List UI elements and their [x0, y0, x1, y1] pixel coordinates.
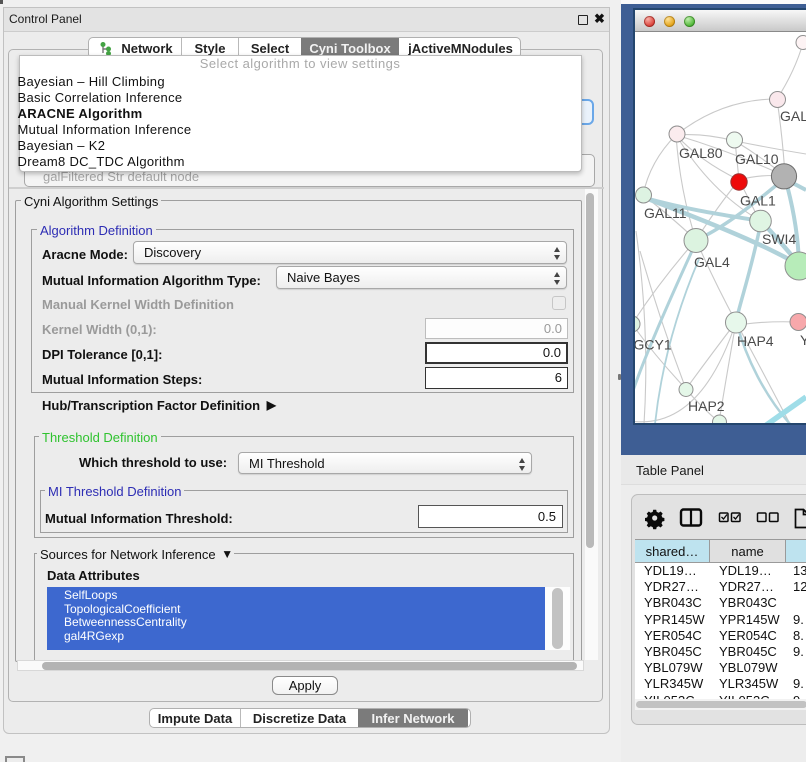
- svg-text:GAL7: GAL7: [780, 108, 806, 124]
- svg-text:SWI4: SWI4: [762, 231, 796, 247]
- svg-text:GCY1: GCY1: [635, 337, 672, 353]
- svg-text:HAP4: HAP4: [737, 333, 774, 349]
- svg-text:GAL1: GAL1: [740, 193, 776, 209]
- svg-text:HAP2: HAP2: [688, 398, 725, 414]
- svg-text:GAL11: GAL11: [644, 205, 687, 221]
- svg-text:GAL80: GAL80: [679, 145, 723, 161]
- svg-text:GAL10: GAL10: [735, 151, 779, 167]
- svg-text:Y: Y: [800, 332, 806, 348]
- svg-text:GAL4: GAL4: [694, 254, 730, 270]
